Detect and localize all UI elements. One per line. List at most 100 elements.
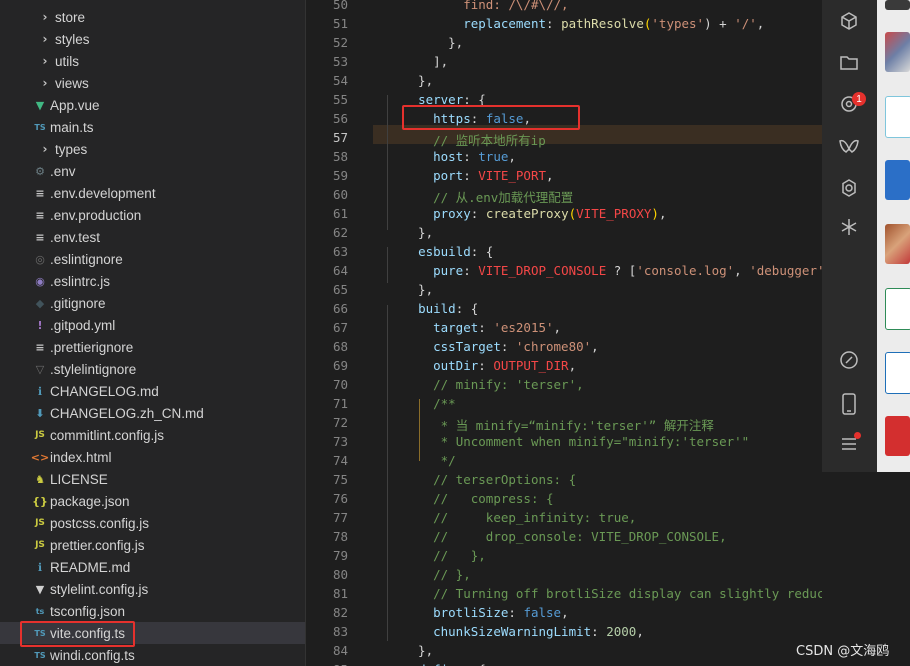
explorer-folder[interactable]: › types: [0, 138, 305, 160]
explorer-file[interactable]: TS main.ts: [0, 116, 305, 138]
explorer-file[interactable]: ▼ App.vue: [0, 94, 305, 116]
code-token: VITE_DROP_CONSOLE: [478, 263, 607, 278]
explorer-item-label: README.md: [50, 559, 131, 575]
code-token: 'es2015': [493, 320, 554, 335]
stylelint-file-icon: ▼: [35, 582, 45, 596]
code-token: : {: [463, 92, 486, 107]
indent-guide: [387, 247, 388, 283]
line-number: 50: [332, 0, 348, 12]
explorer-file[interactable]: TS vite.config.ts: [0, 622, 305, 644]
folder-icon[interactable]: [836, 50, 862, 76]
explorer-file[interactable]: ! .gitpod.yml: [0, 314, 305, 336]
code-line: // minify: 'terser',: [403, 377, 584, 392]
explorer-file[interactable]: <> index.html: [0, 446, 305, 468]
thumbnail-image[interactable]: [885, 416, 910, 456]
code-token: ? [: [606, 263, 637, 278]
thumbnail-image[interactable]: [885, 288, 910, 330]
code-token: * 当 minify=“minify:'terser'” 解开注释: [440, 418, 714, 433]
code-line: // Turning off brotliSize display can sl…: [403, 586, 822, 601]
explorer-item-label: styles: [55, 31, 90, 47]
thumbnail-image[interactable]: [885, 224, 910, 264]
explorer-file[interactable]: ≡ .env.test: [0, 226, 305, 248]
code-token: },: [403, 73, 434, 88]
explorer-file[interactable]: ⬇ CHANGELOG.zh_CN.md: [0, 402, 305, 424]
code-token: server: [418, 92, 464, 107]
code-token: // },: [433, 567, 471, 582]
explorer-file[interactable]: ≡ .env.development: [0, 182, 305, 204]
line-number: 73: [332, 434, 348, 449]
line-number: 83: [332, 624, 348, 639]
explorer-item-label: postcss.config.js: [50, 515, 150, 531]
thumbnail-image[interactable]: [885, 0, 910, 10]
explorer-file[interactable]: ◉ .eslintrc.js: [0, 270, 305, 292]
thumbnail-image[interactable]: [885, 32, 910, 72]
line-number: 55: [332, 92, 348, 107]
explorer-file[interactable]: ℹ README.md: [0, 556, 305, 578]
explorer-folder[interactable]: › views: [0, 72, 305, 94]
explorer-file[interactable]: ▼ stylelint.config.js: [0, 578, 305, 600]
thumbnail-image[interactable]: [885, 160, 910, 200]
explorer-folder[interactable]: › utils: [0, 50, 305, 72]
code-line: build: {: [403, 301, 478, 316]
code-token: ,: [756, 16, 765, 31]
explorer-folder[interactable]: › store: [0, 6, 305, 28]
code-token: /**: [433, 396, 456, 411]
explorer-item-label: .stylelintignore: [50, 361, 137, 377]
explorer-file[interactable]: ≡ .env.production: [0, 204, 305, 226]
code-token: },: [403, 35, 464, 50]
code-token: : {: [463, 662, 486, 666]
code-token: :: [478, 358, 494, 373]
explorer-file[interactable]: ♞ LICENSE: [0, 468, 305, 490]
link-icon[interactable]: [836, 347, 862, 373]
code-editor[interactable]: find: /\/#\//, replacement: pathResolve(…: [306, 0, 822, 666]
explorer-file[interactable]: ◆ .gitignore: [0, 292, 305, 314]
explorer-item-label: .env.production: [50, 207, 142, 223]
explorer-file[interactable]: ⚙ .env: [0, 160, 305, 182]
background-area: [822, 472, 910, 666]
code-token: ): [651, 206, 659, 221]
line-number: 52: [332, 35, 348, 50]
thumbnail-image[interactable]: [885, 352, 910, 394]
sparkle-icon[interactable]: [836, 214, 862, 240]
explorer-file[interactable]: ts tsconfig.json: [0, 600, 305, 622]
explorer-file[interactable]: ℹ CHANGELOG.md: [0, 380, 305, 402]
explorer-file[interactable]: JS postcss.config.js: [0, 512, 305, 534]
explorer-file[interactable]: {} package.json: [0, 490, 305, 512]
code-token: // },: [433, 548, 486, 563]
explorer-file[interactable]: JS commitlint.config.js: [0, 424, 305, 446]
explorer-file[interactable]: ▽ .stylelintignore: [0, 358, 305, 380]
code-token: (: [568, 206, 577, 221]
code-token: :: [463, 263, 479, 278]
code-token: * Uncomment when minify="minify:'terser'…: [440, 434, 750, 449]
butterfly-icon[interactable]: [836, 134, 862, 160]
thumbnail-image[interactable]: [885, 96, 910, 138]
explorer-item-label: types: [55, 141, 88, 157]
line-number: 58: [332, 149, 348, 164]
explorer-item-label: stylelint.config.js: [50, 581, 149, 597]
code-token: ,: [734, 263, 750, 278]
phone-icon[interactable]: [836, 391, 862, 417]
explorer-file[interactable]: JS prettier.config.js: [0, 534, 305, 556]
gear-icon[interactable]: [836, 175, 862, 201]
explorer-folder[interactable]: › styles: [0, 28, 305, 50]
code-line: /**: [403, 396, 456, 411]
explorer-file[interactable]: ≡ .prettierignore: [0, 336, 305, 358]
explorer-item-label: .env: [50, 163, 76, 179]
line-number: 85: [306, 662, 348, 666]
code-token: 'types': [651, 16, 705, 31]
code-token: outDir: [433, 358, 479, 373]
js-file-icon: JS: [35, 430, 45, 440]
explorer-file[interactable]: ◎ .eslintignore: [0, 248, 305, 270]
line-number: 81: [332, 586, 348, 601]
cube-icon[interactable]: [836, 8, 862, 34]
code-line: * Uncomment when minify="minify:'terser'…: [403, 434, 750, 449]
code-token: // 监听本地所有ip: [433, 133, 546, 148]
explorer-file[interactable]: TS windi.config.ts: [0, 644, 305, 666]
